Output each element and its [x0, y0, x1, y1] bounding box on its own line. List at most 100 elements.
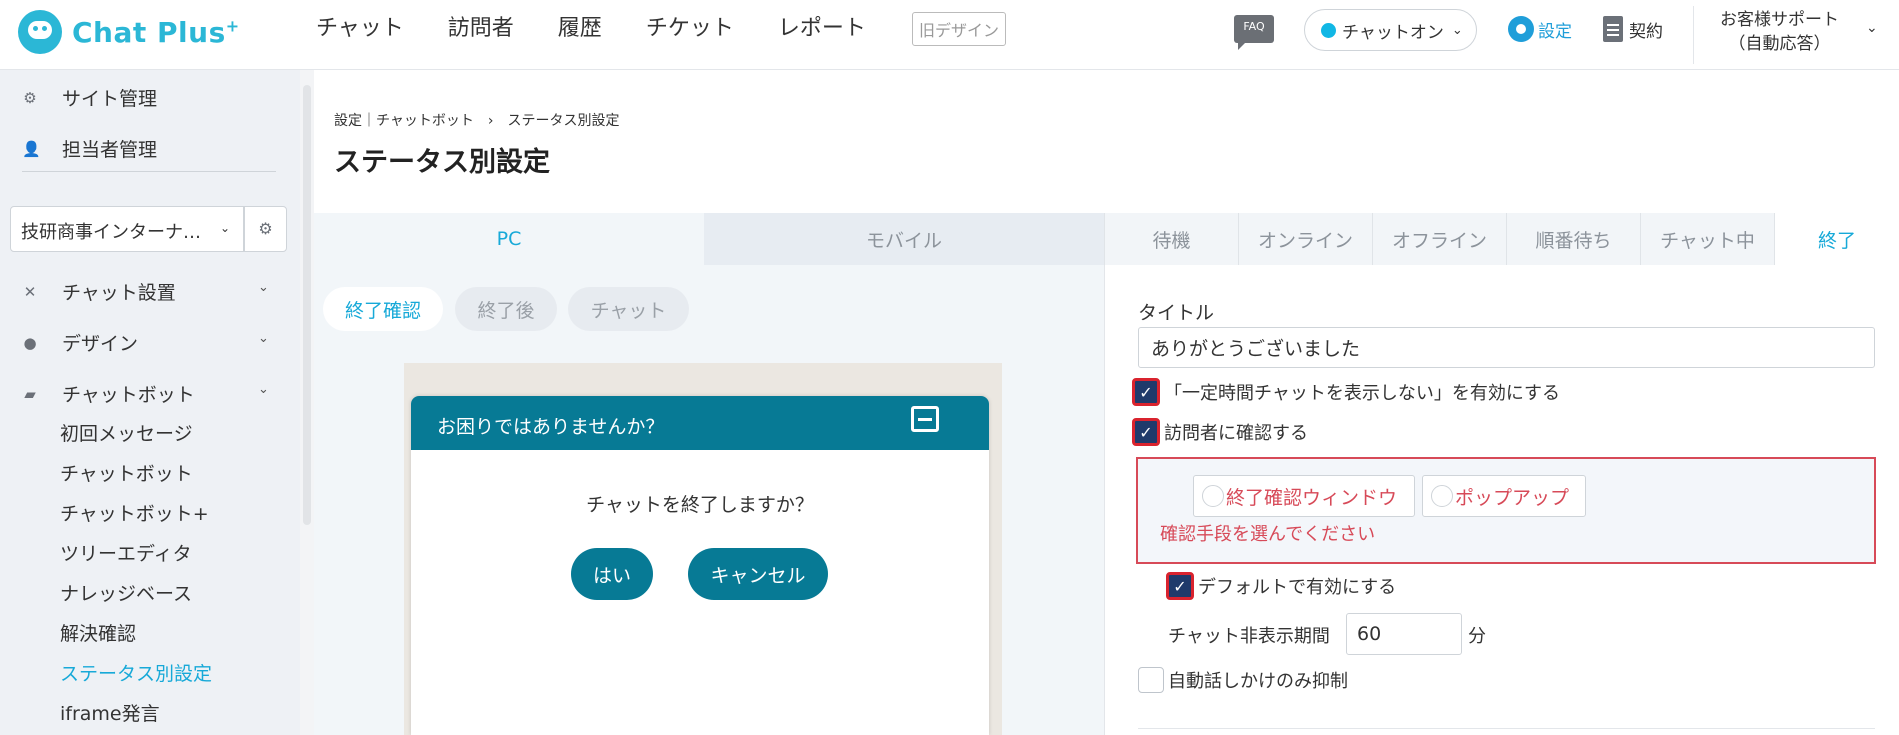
old-design-button[interactable]: 旧デザイン — [912, 12, 1007, 46]
sidebar-scroll-thumb[interactable] — [303, 85, 311, 525]
settings-label: 設定 — [1538, 21, 1572, 42]
hide-chat-label: 「一定時間チャットを表示しない」を有効にする — [1164, 383, 1560, 404]
tab-mobile[interactable]: モバイル — [704, 213, 1104, 265]
radio-circle-icon — [1202, 485, 1224, 507]
hide-chat-checkbox[interactable]: ✓ — [1132, 378, 1160, 406]
preview-tab-chat[interactable]: チャット — [568, 287, 689, 331]
document-icon — [1603, 16, 1623, 42]
sidebar-item-label: サイト管理 — [62, 88, 158, 110]
radio-popup[interactable]: ポップアップ — [1422, 475, 1586, 517]
support-line2: （自動応答） — [1728, 34, 1831, 54]
title-label: タイトル — [1138, 302, 1215, 324]
site-select[interactable]: 技研商事インターナ… — [10, 206, 244, 252]
sidebar-item-label: チャットボット — [62, 384, 195, 406]
chevron-down-icon: ⌄ — [258, 382, 269, 397]
sidebar-item-label: チャット設置 — [62, 282, 176, 304]
auto-talk-suppress-label: 自動話しかけのみ抑制 — [1168, 671, 1348, 692]
site-settings-gear-icon[interactable]: ⚙ — [244, 206, 287, 252]
chat-status-dropdown[interactable]: チャットオン ⌄ — [1304, 9, 1477, 51]
sidebar-item-chat-setup[interactable]: ✕ チャット設置 — [22, 278, 176, 305]
chevron-down-icon: ⌄ — [1451, 22, 1463, 38]
top-bar: Chat Plus+ チャット 訪問者 履歴 チケット レポート 旧デザイン F… — [0, 0, 1899, 70]
confirm-visitor-label: 訪問者に確認する — [1164, 423, 1308, 444]
nav-history[interactable]: 履歴 — [558, 14, 602, 44]
auto-talk-suppress-row[interactable]: 自動話しかけのみ抑制 — [1138, 667, 1348, 693]
breadcrumb: 設定｜チャットボット › ステータス別設定 — [334, 113, 620, 129]
chevron-down-icon[interactable]: ⌄ — [1866, 20, 1878, 36]
radio-popup-label: ポップアップ — [1455, 486, 1570, 509]
radio-end-confirm-window[interactable]: 終了確認ウィンドウ — [1193, 475, 1415, 517]
sidebar-subitem-tree-editor[interactable]: ツリーエディタ — [60, 539, 192, 566]
tab-pc[interactable]: PC — [314, 213, 704, 265]
logo-sup: + — [225, 16, 240, 36]
radio-circle-icon — [1431, 485, 1453, 507]
sidebar-item-staff-admin[interactable]: 👤 担当者管理 — [22, 135, 157, 162]
default-enabled-checkbox[interactable]: ✓ — [1166, 572, 1194, 600]
minimize-icon[interactable] — [911, 406, 939, 432]
chat-bubbles-icon: ▰ — [24, 384, 36, 403]
sidebar-item-site-admin[interactable]: ⚙ サイト管理 — [22, 84, 157, 111]
title-input[interactable] — [1138, 327, 1875, 368]
default-enabled-row[interactable]: ✓ デフォルトで有効にする — [1166, 572, 1396, 600]
faq-icon[interactable]: FAQ — [1234, 15, 1274, 50]
sidebar-item-chatbot[interactable]: ▰ チャットボット — [22, 380, 195, 407]
sidebar-item-design[interactable]: ● デザイン — [22, 329, 138, 356]
sidebar-item-label: デザイン — [62, 333, 139, 355]
sidebar-subitem-iframe[interactable]: iframe発言 — [60, 699, 160, 726]
tabs-row: PC モバイル 待機 オンライン オフライン 順番待ち チャット中 終了 — [314, 213, 1899, 265]
chat-preview-header: お困りではありませんか？ — [411, 396, 989, 450]
chevron-down-icon: ⌄ — [258, 280, 269, 295]
sidebar-divider — [22, 171, 276, 172]
nav-reports[interactable]: レポート — [778, 14, 866, 44]
nav-visitors[interactable]: 訪問者 — [448, 14, 514, 44]
chevron-down-icon: ⌄ — [220, 221, 231, 235]
header-divider — [1693, 6, 1694, 64]
tab-status-standby[interactable]: 待機 — [1104, 213, 1238, 265]
settings-link[interactable]: 設定 — [1508, 16, 1572, 42]
logo[interactable]: Chat Plus+ — [18, 10, 240, 54]
preview-tab-end-confirm[interactable]: 終了確認 — [323, 287, 443, 331]
nav-tickets[interactable]: チケット — [646, 14, 734, 44]
chat-preview-title: お困りではありませんか？ — [437, 416, 665, 438]
tools-icon: ✕ — [23, 282, 37, 301]
confirm-visitor-row[interactable]: ✓ 訪問者に確認する — [1132, 418, 1308, 446]
gear-icon — [1508, 16, 1534, 42]
page-title: ステータス別設定 — [334, 147, 550, 178]
hide-period-input[interactable] — [1346, 613, 1462, 655]
sidebar-subitem-first-message[interactable]: 初回メッセージ — [60, 419, 193, 446]
nav-chat[interactable]: チャット — [316, 14, 404, 44]
hide-period-unit: 分 — [1468, 626, 1486, 647]
sidebar-subitem-knowledge-base[interactable]: ナレッジベース — [60, 579, 192, 606]
tab-status-online[interactable]: オンライン — [1238, 213, 1372, 265]
default-enabled-label: デフォルトで有効にする — [1198, 577, 1397, 598]
sidebar-subitem-status-settings[interactable]: ステータス別設定 — [60, 659, 212, 686]
tab-status-offline[interactable]: オフライン — [1372, 213, 1506, 265]
chat-preview-question: チャットを終了しますか？ — [586, 494, 814, 516]
contract-label: 契約 — [1629, 21, 1663, 42]
sidebar-subitem-chatbot[interactable]: チャットボット — [60, 459, 193, 486]
support-menu[interactable]: お客様サポート （自動応答） — [1720, 8, 1839, 56]
radio-end-confirm-window-label: 終了確認ウィンドウ — [1226, 486, 1398, 509]
palette-icon: ● — [23, 333, 37, 352]
gear-icon: ⚙ — [23, 88, 37, 107]
yes-button[interactable]: はい — [571, 548, 653, 600]
main-nav: チャット 訪問者 履歴 チケット レポート — [316, 14, 910, 44]
logo-text: Chat Plus — [72, 15, 226, 49]
hide-period-label: チャット非表示期間 — [1168, 626, 1330, 647]
preview-tab-after-end[interactable]: 終了後 — [455, 287, 557, 331]
tab-status-waiting[interactable]: 順番待ち — [1506, 213, 1640, 265]
tab-status-ended[interactable]: 終了 — [1774, 213, 1899, 265]
confirm-visitor-checkbox[interactable]: ✓ — [1132, 418, 1160, 446]
status-label: チャットオン — [1342, 22, 1444, 43]
contract-link[interactable]: 契約 — [1603, 16, 1663, 42]
status-dot-icon — [1321, 22, 1336, 38]
auto-talk-suppress-checkbox[interactable] — [1138, 667, 1164, 693]
sidebar-subitem-resolution-check[interactable]: 解決確認 — [60, 619, 136, 646]
form-divider — [1138, 728, 1875, 729]
chat-preview-window: お困りではありませんか？ チャットを終了しますか？ はい キャンセル — [411, 396, 989, 735]
user-gear-icon: 👤 — [22, 139, 41, 158]
cancel-button[interactable]: キャンセル — [688, 548, 828, 600]
sidebar-subitem-chatbot-plus[interactable]: チャットボット+ — [60, 499, 209, 526]
tab-status-chatting[interactable]: チャット中 — [1640, 213, 1774, 265]
hide-chat-row[interactable]: ✓ 「一定時間チャットを表示しない」を有効にする — [1132, 378, 1560, 406]
